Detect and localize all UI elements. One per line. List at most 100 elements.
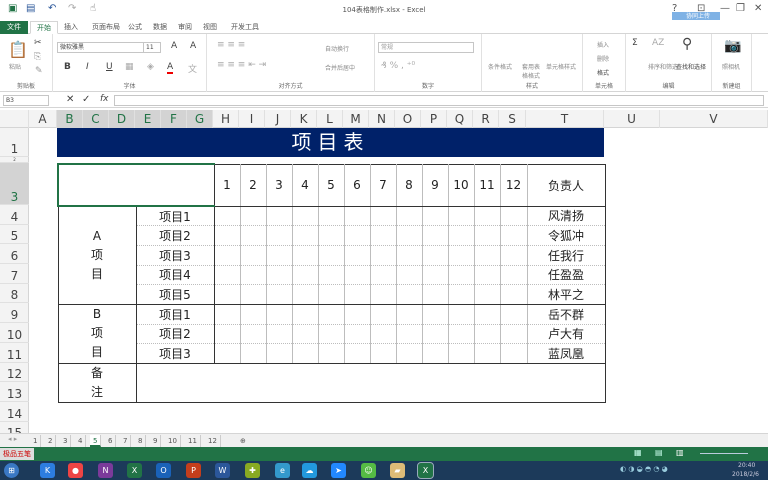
month-cell[interactable]	[291, 244, 319, 266]
column-header-D[interactable]: D	[109, 110, 135, 128]
column-header-V[interactable]: V	[660, 110, 768, 128]
month-cell[interactable]	[317, 284, 345, 305]
column-header-Q[interactable]: Q	[447, 110, 473, 128]
sheet-tab-3[interactable]: 3	[60, 435, 72, 447]
month-cell[interactable]	[499, 343, 528, 364]
month-cell[interactable]	[447, 244, 475, 266]
row-header-7[interactable]: 7	[0, 264, 29, 284]
row-header-6[interactable]: 6	[0, 244, 29, 265]
powerpoint-icon[interactable]: P	[186, 463, 201, 478]
normal-view-icon[interactable]: ▦	[634, 448, 642, 457]
month-cell[interactable]	[447, 303, 475, 325]
month-cell[interactable]	[239, 284, 267, 305]
font-name-select[interactable]: 微软雅黑	[57, 42, 145, 53]
month-cell[interactable]	[421, 264, 449, 286]
month-cell[interactable]	[317, 225, 345, 246]
month-cell[interactable]	[447, 225, 475, 246]
format-painter-icon[interactable]: ✎	[35, 66, 43, 76]
month-cell[interactable]	[473, 264, 501, 286]
column-header-C[interactable]: C	[83, 110, 109, 128]
month-cell[interactable]	[447, 264, 475, 286]
autosum-icon[interactable]: Σ	[632, 38, 638, 48]
month-cell[interactable]	[343, 323, 371, 345]
tab-insert[interactable]: 插入	[58, 21, 84, 34]
row-header-14[interactable]: 14	[0, 402, 29, 422]
delete-cells-button[interactable]: 删除	[597, 54, 609, 63]
sheet-tab-9[interactable]: 9	[150, 435, 162, 447]
project-name-cell[interactable]: 项目4	[135, 264, 215, 286]
month-cell[interactable]	[291, 205, 319, 227]
month-cell[interactable]	[265, 323, 293, 345]
minimize-button[interactable]: —	[720, 3, 730, 14]
cloud-icon[interactable]: ☁	[302, 463, 317, 478]
sheet-tab-11[interactable]: 11	[185, 435, 201, 447]
month-cell[interactable]	[317, 323, 345, 345]
month-cell[interactable]	[369, 205, 397, 227]
month-cell[interactable]	[499, 225, 528, 246]
month-cell[interactable]	[395, 343, 423, 364]
merge-center-button[interactable]: 合并后居中	[325, 63, 355, 72]
tab-data[interactable]: 数据	[147, 21, 173, 34]
column-header-J[interactable]: J	[265, 110, 291, 128]
column-header-O[interactable]: O	[395, 110, 421, 128]
column-header-K[interactable]: K	[291, 110, 317, 128]
format-cells-button[interactable]: 格式	[597, 68, 609, 77]
month-cell[interactable]	[213, 303, 241, 325]
month-cell[interactable]	[369, 303, 397, 325]
owner-cell[interactable]: 任我行	[526, 244, 606, 266]
column-header-A[interactable]: A	[29, 110, 57, 128]
month-cell[interactable]	[239, 303, 267, 325]
month-cell[interactable]	[239, 264, 267, 286]
cut-icon[interactable]: ✂	[34, 38, 42, 48]
page-break-view-icon[interactable]: ▥	[676, 448, 684, 457]
column-header-T[interactable]: T	[526, 110, 604, 128]
month-cell[interactable]	[421, 205, 449, 227]
camera-button[interactable]: 照相机	[722, 62, 740, 71]
column-header-L[interactable]: L	[317, 110, 343, 128]
owner-cell[interactable]: 蓝凤凰	[526, 343, 606, 364]
app-k-icon[interactable]: K	[40, 463, 55, 478]
paste-button[interactable]: 粘贴	[9, 62, 21, 71]
month-cell[interactable]	[291, 284, 319, 305]
month-cell[interactable]	[213, 244, 241, 266]
month-cell[interactable]	[265, 244, 293, 266]
row-header-13[interactable]: 13	[0, 382, 29, 402]
month-cell[interactable]	[265, 284, 293, 305]
month-cell[interactable]	[239, 225, 267, 246]
tray-icons[interactable]: ◐ ◑ ◒ ◓ ◔ ◕	[620, 465, 668, 473]
camera-icon[interactable]: 📷	[724, 38, 741, 54]
word-icon[interactable]: W	[215, 463, 230, 478]
find-select-button[interactable]: 查找和选择	[676, 62, 706, 71]
format-table-button[interactable]: 套用表格格式	[522, 62, 544, 80]
month-cell[interactable]	[291, 343, 319, 364]
owner-cell[interactable]: 林平之	[526, 284, 606, 305]
month-cell[interactable]	[421, 323, 449, 345]
month-cell[interactable]	[343, 303, 371, 325]
month-cell[interactable]	[265, 225, 293, 246]
month-cell[interactable]	[317, 244, 345, 266]
sheet-tab-7[interactable]: 7	[120, 435, 132, 447]
month-cell[interactable]	[421, 225, 449, 246]
tab-page-layout[interactable]: 页面布局	[86, 21, 126, 34]
outlook-icon[interactable]: O	[156, 463, 171, 478]
month-cell[interactable]	[473, 244, 501, 266]
month-cell[interactable]	[473, 303, 501, 325]
restore-button[interactable]: ❐	[736, 3, 745, 14]
month-cell[interactable]	[395, 303, 423, 325]
month-cell[interactable]	[421, 284, 449, 305]
formula-input[interactable]	[114, 95, 764, 106]
copy-icon[interactable]: ⎘	[34, 52, 41, 62]
cancel-icon[interactable]: ✕	[66, 94, 74, 105]
column-header-I[interactable]: I	[239, 110, 265, 128]
month-cell[interactable]	[317, 264, 345, 286]
phonetic-icon[interactable]: 文	[188, 62, 197, 75]
month-cell[interactable]	[343, 264, 371, 286]
tab-view[interactable]: 视图	[197, 21, 223, 34]
month-cell[interactable]	[395, 225, 423, 246]
clock-time[interactable]: 20:40	[738, 462, 755, 469]
tab-review[interactable]: 审阅	[172, 21, 198, 34]
month-cell[interactable]	[343, 244, 371, 266]
month-cell[interactable]	[473, 343, 501, 364]
month-cell[interactable]	[499, 284, 528, 305]
sort-icon[interactable]: AZ	[652, 38, 664, 48]
